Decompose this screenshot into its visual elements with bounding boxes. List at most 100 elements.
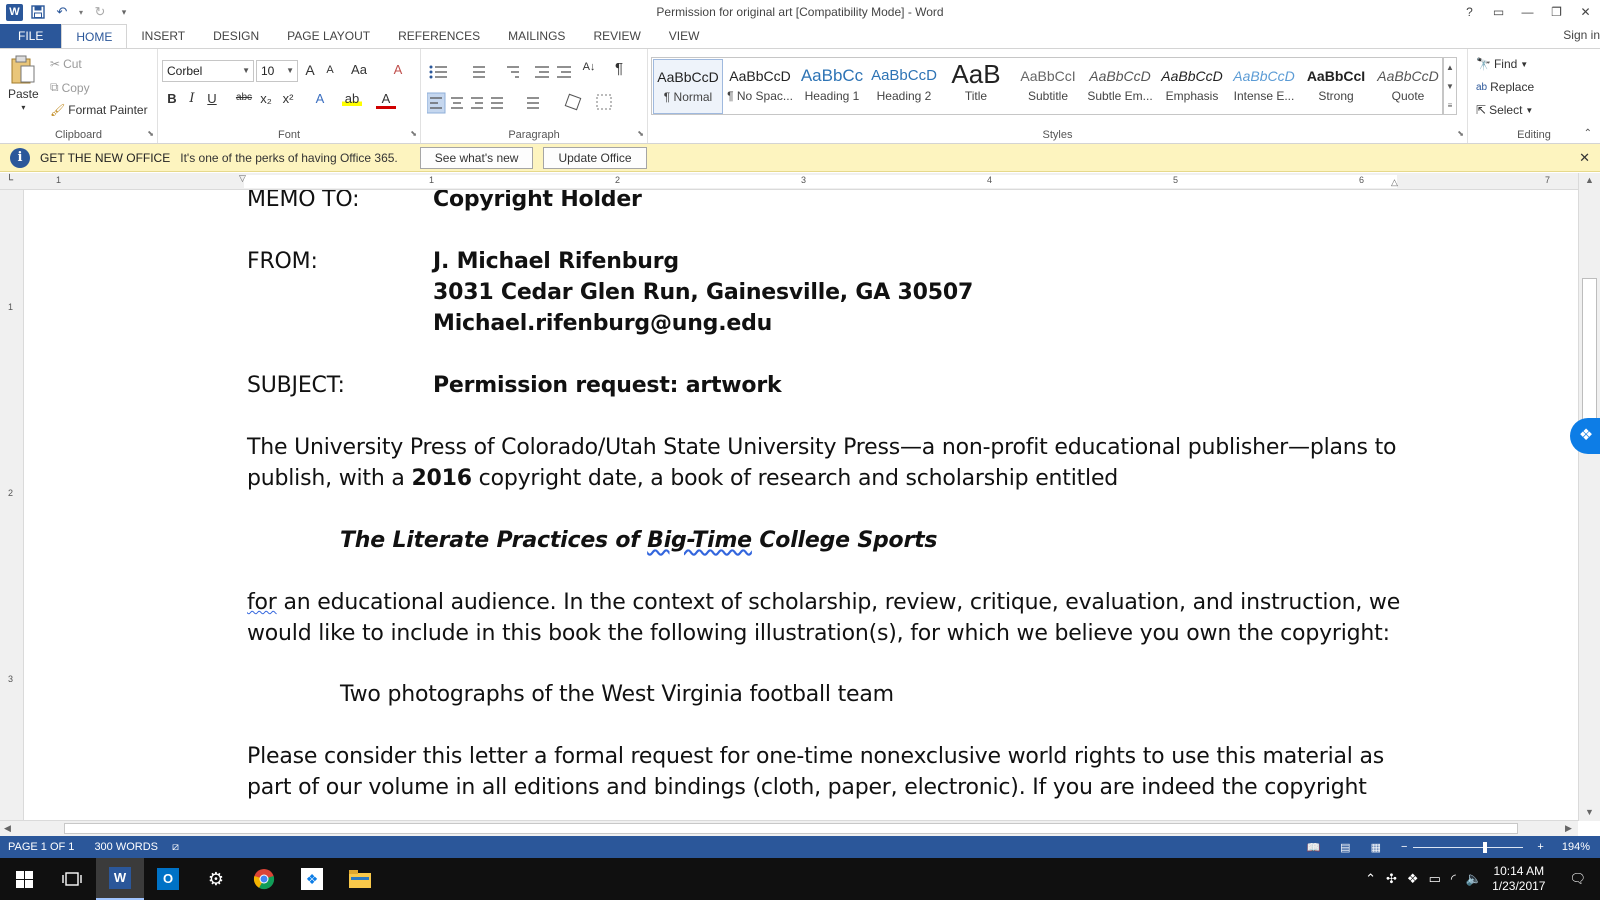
document-area[interactable]: MEMO TO: Copyright Holder FROM: J. Micha… — [25, 190, 1578, 820]
dropbox-badge-icon[interactable]: ❖ — [1570, 418, 1600, 454]
vertical-scroll-thumb[interactable] — [1582, 278, 1597, 424]
print-layout-icon[interactable]: ▤ — [1340, 841, 1350, 854]
font-size-combo[interactable]: 10 ▼ — [256, 60, 298, 82]
style-intense-emphasis[interactable]: AaBbCcD Intense E... — [1229, 59, 1299, 114]
select-button[interactable]: ⇱ Select ▼ — [1476, 103, 1533, 117]
style-emphasis[interactable]: AaBbCcD Emphasis — [1157, 59, 1227, 114]
find-button[interactable]: 🔭 Find ▼ — [1476, 57, 1528, 71]
paste-button[interactable]: Paste ▾ — [8, 55, 39, 112]
styles-gallery-scroll[interactable]: ▲ ▼ ≡ — [1443, 57, 1457, 115]
undo-icon[interactable]: ↶ — [53, 3, 71, 21]
chrome-taskbar-icon[interactable] — [240, 858, 288, 900]
change-case-icon[interactable]: Aa — [346, 62, 372, 77]
horizontal-scroll-thumb[interactable] — [64, 823, 1518, 834]
word-taskbar-icon[interactable]: W — [96, 858, 144, 900]
horizontal-scrollbar[interactable]: ◀ ▶ — [0, 820, 1578, 836]
zoom-out-button[interactable]: − — [1401, 841, 1407, 853]
zoom-slider-thumb[interactable] — [1483, 841, 1488, 853]
cut-button[interactable]: ✂ Cut — [50, 57, 82, 71]
tab-selector-icon[interactable]: └ — [6, 175, 13, 186]
text-effects-icon[interactable]: A — [310, 91, 330, 106]
tab-references[interactable]: REFERENCES — [384, 24, 494, 49]
dropbox-taskbar-icon[interactable]: ❖ — [288, 858, 336, 900]
horizontal-ruler[interactable]: └ 1 1 2 3 4 5 6 7 ▽ △ — [0, 173, 1600, 190]
tab-review[interactable]: REVIEW — [579, 24, 654, 49]
zoom-level[interactable]: 194% — [1562, 841, 1590, 853]
superscript-icon[interactable]: x² — [278, 91, 298, 106]
settings-taskbar-icon[interactable]: ⚙ — [192, 858, 240, 900]
windows-start-icon[interactable] — [0, 858, 48, 900]
battery-icon[interactable]: ▭ — [1429, 871, 1441, 887]
scroll-up-icon[interactable]: ▲ — [1585, 175, 1594, 185]
scroll-right-icon[interactable]: ▶ — [1565, 823, 1572, 834]
tab-home[interactable]: HOME — [61, 24, 128, 49]
strikethrough-icon[interactable]: abc — [232, 92, 256, 103]
tab-view[interactable]: VIEW — [655, 24, 714, 49]
more-styles-icon[interactable]: ≡ — [1444, 96, 1456, 115]
replace-button[interactable]: ab Replace — [1476, 80, 1534, 94]
task-view-icon[interactable] — [48, 858, 96, 900]
minimize-icon[interactable]: — — [1513, 0, 1542, 24]
tab-mailings[interactable]: MAILINGS — [494, 24, 579, 49]
page-count[interactable]: PAGE 1 OF 1 — [8, 841, 74, 853]
style-quote[interactable]: AaBbCcD Quote — [1373, 59, 1443, 114]
close-icon[interactable]: ✕ — [1571, 0, 1600, 24]
system-clock[interactable]: 10:14 AM 1/23/2017 — [1492, 864, 1545, 894]
first-line-indent-marker[interactable]: ▽ — [239, 173, 246, 184]
outlook-taskbar-icon[interactable]: O — [144, 858, 192, 900]
chevron-down-icon[interactable]: ▼ — [1444, 77, 1456, 96]
style-subtitle[interactable]: AaBbCcI Subtitle — [1013, 59, 1083, 114]
tab-design[interactable]: DESIGN — [199, 24, 273, 49]
zoom-in-button[interactable]: + — [1537, 841, 1543, 853]
tab-insert[interactable]: INSERT — [127, 24, 199, 49]
sort-icon[interactable]: A↓ — [579, 61, 599, 73]
sign-in-link[interactable]: Sign in — [1563, 28, 1600, 42]
ribbon-display-options-icon[interactable]: ▭ — [1484, 0, 1513, 24]
shrink-font-icon[interactable]: A — [320, 64, 340, 76]
chevron-up-icon[interactable]: ▲ — [1444, 58, 1456, 77]
update-office-button[interactable]: Update Office — [543, 146, 647, 169]
underline-icon[interactable]: U — [202, 91, 222, 106]
style-strong[interactable]: AaBbCcI Strong — [1301, 59, 1371, 114]
scroll-left-icon[interactable]: ◀ — [4, 823, 11, 834]
close-infobar-icon[interactable]: ✕ — [1579, 150, 1590, 166]
proofing-icon[interactable]: ⧄ — [172, 841, 179, 854]
highlight-icon[interactable]: ab — [342, 91, 362, 106]
font-launcher-icon[interactable]: ⬊ — [410, 129, 417, 138]
customize-qat-icon[interactable]: ▾ — [115, 3, 133, 21]
see-whats-new-button[interactable]: See what's new — [419, 146, 534, 169]
paragraph-launcher-icon[interactable]: ⬊ — [637, 129, 644, 138]
show-formatting-marks-icon[interactable]: ¶ — [609, 60, 629, 77]
subscript-icon[interactable]: x₂ — [256, 91, 276, 106]
file-explorer-taskbar-icon[interactable] — [336, 858, 384, 900]
word-count[interactable]: 300 WORDS — [94, 841, 158, 853]
scroll-down-icon[interactable]: ▼ — [1585, 807, 1594, 817]
copy-button[interactable]: ⧉ Copy — [50, 80, 90, 95]
wifi-icon[interactable]: ◜ — [1451, 871, 1456, 887]
clipboard-launcher-icon[interactable]: ⬊ — [147, 129, 154, 138]
format-painter-button[interactable]: 🖌 Format Painter — [50, 103, 148, 117]
clear-formatting-icon[interactable]: A — [388, 62, 408, 77]
grow-font-icon[interactable]: A — [300, 62, 320, 78]
vertical-scrollbar[interactable]: ▲ ▼ — [1578, 173, 1600, 821]
action-center-icon[interactable]: 🗨 — [1569, 871, 1586, 887]
undo-dropdown-icon[interactable]: ▾ — [77, 3, 85, 21]
bold-icon[interactable]: B — [162, 91, 182, 106]
collapse-ribbon-icon[interactable]: ⌃ — [1584, 128, 1592, 139]
network-app-icon[interactable]: ✣ — [1386, 871, 1397, 887]
style-title[interactable]: AaB Title — [941, 59, 1011, 114]
restore-icon[interactable]: ❐ — [1542, 0, 1571, 24]
style-heading-2[interactable]: AaBbCcD Heading 2 — [869, 59, 939, 114]
font-color-icon[interactable]: A — [376, 91, 396, 109]
tab-file[interactable]: FILE — [0, 24, 62, 49]
dropbox-tray-icon[interactable]: ❖ — [1407, 871, 1419, 887]
save-icon[interactable] — [29, 3, 47, 21]
web-layout-icon[interactable]: ▦ — [1371, 841, 1381, 854]
show-hidden-icons-icon[interactable]: ⌃ — [1365, 871, 1376, 887]
right-indent-marker[interactable]: △ — [1391, 177, 1398, 188]
styles-launcher-icon[interactable]: ⬊ — [1457, 129, 1464, 138]
word-app-icon[interactable]: W — [6, 3, 23, 21]
redo-icon[interactable]: ↻ — [91, 3, 109, 21]
style-subtle-emphasis[interactable]: AaBbCcD Subtle Em... — [1085, 59, 1155, 114]
read-mode-icon[interactable]: 📖 — [1306, 841, 1320, 854]
